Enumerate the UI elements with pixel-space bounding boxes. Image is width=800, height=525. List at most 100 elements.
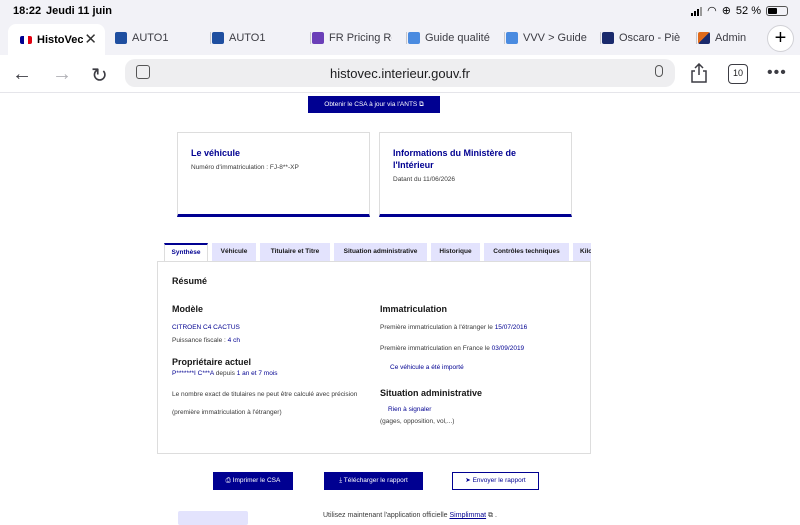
more-options-icon[interactable]: •••: [767, 64, 787, 82]
vehicle-card-title: Le véhicule: [191, 148, 241, 158]
first-foreign-date: 15/07/2016: [494, 324, 528, 331]
browser-tab-label: HistoVec: [37, 33, 84, 46]
report-tabs: Synthèse Véhicule Titulaire et Titre Sit…: [164, 243, 591, 261]
summary-panel: Résumé Modèle CITROEN C4 CACTUS Puissanc…: [157, 261, 591, 454]
browser-tab-label: VVV > Guide: [523, 32, 587, 44]
download-report-button[interactable]: ⤓ Télécharger le rapport: [324, 472, 423, 490]
tab-titulaire[interactable]: Titulaire et Titre: [260, 243, 330, 261]
status-indicators: ◠ ⊕ 52 %: [691, 4, 788, 17]
tab-separator: [310, 32, 311, 44]
immat-heading: Immatriculation: [380, 304, 448, 314]
wifi-icon: ◠: [707, 5, 717, 17]
ministry-card: Informations du Ministère de l'Intérieur…: [379, 132, 572, 217]
new-tab-button[interactable]: +: [767, 25, 794, 52]
obtain-csa-label: Obtenir le CSA à jour via l'ANTS: [324, 101, 418, 108]
browser-tab-6[interactable]: Oscaro - Piè: [600, 24, 688, 52]
print-csa-button[interactable]: ⎙ Imprimer le CSA: [213, 472, 293, 490]
browser-tab-bar: HistoVec ✕ AUTO1 AUTO1 FR Pricing Re Gui…: [0, 22, 800, 55]
first-france-label: Première immatriculation en France le: [380, 345, 490, 352]
tab-count-button[interactable]: 10: [728, 64, 748, 84]
share-icon[interactable]: [690, 63, 708, 83]
print-csa-label: Imprimer le CSA: [232, 477, 281, 484]
document-icon: [408, 32, 420, 44]
download-report-label: Télécharger le rapport: [343, 477, 408, 484]
imported-vehicle-link[interactable]: Ce véhicule a été importé: [390, 364, 464, 371]
reload-icon[interactable]: ↻: [91, 63, 108, 88]
vehicle-card-subtitle: Numéro d'immatriculation : FJ-8**-XP: [191, 164, 299, 171]
browser-tab-label: Guide qualité: [425, 32, 490, 44]
address-bar[interactable]: histovec.interieur.gouv.fr: [125, 59, 675, 87]
first-foreign-label: Première immatriculation à l'étranger le: [380, 324, 493, 331]
battery-percent: 52 %: [735, 4, 761, 17]
browser-tab-5[interactable]: VVV > Guide: [504, 24, 590, 52]
browser-tab-1[interactable]: AUTO1: [115, 24, 210, 52]
external-link-icon: ⧉ .: [488, 512, 497, 519]
browser-tab-label: AUTO1: [132, 32, 169, 44]
browser-tab-label: Oscaro - Piè: [619, 32, 681, 44]
first-registration-france: Première immatriculation en France le 03…: [380, 344, 524, 353]
first-registration-foreign: Première immatriculation à l'étranger le…: [380, 323, 527, 332]
tab-situation[interactable]: Situation administrative: [334, 243, 427, 261]
admin-icon: [698, 32, 710, 44]
tab-separator: [406, 32, 407, 44]
forward-arrow-icon[interactable]: →: [52, 63, 72, 86]
close-tab-icon[interactable]: ✕: [84, 30, 97, 48]
tab-historique[interactable]: Historique: [431, 243, 480, 261]
battery-icon: [766, 5, 788, 16]
browser-tab-label: FR Pricing Re: [329, 32, 392, 44]
browser-tab-3[interactable]: FR Pricing Re: [310, 24, 392, 52]
browser-tab-7[interactable]: Admin: [696, 24, 750, 52]
fiscal-power: Puissance fiscale : 4 ch: [172, 336, 240, 345]
auto1-icon: [212, 32, 224, 44]
simplimmat-link[interactable]: Simplimmat: [450, 512, 487, 519]
model-name: CITROEN C4 CACTUS: [172, 324, 240, 331]
fiscal-label: Puissance fiscale :: [172, 337, 226, 344]
simplimmat-promo: Utilisez maintenant l'application offici…: [323, 512, 497, 520]
first-france-date: 03/09/2019: [491, 345, 525, 352]
fiscal-value: 4 ch: [227, 337, 240, 344]
obtain-csa-button[interactable]: Obtenir le CSA à jour via l'ANTS ⧉: [308, 96, 440, 113]
status-time: 18:22: [13, 5, 42, 17]
tab-separator: [600, 32, 601, 44]
browser-toolbar: ← → ↻ histovec.interieur.gouv.fr 10 •••: [0, 55, 800, 93]
tab-vehicule[interactable]: Véhicule: [212, 243, 256, 261]
browser-tab-4[interactable]: Guide qualité: [406, 24, 496, 52]
browser-tab-2[interactable]: AUTO1: [210, 24, 307, 52]
admin-heading: Situation administrative: [380, 388, 483, 398]
browser-tab-0[interactable]: HistoVec ✕: [8, 24, 105, 55]
owner-heading: Propriétaire actuel: [172, 357, 252, 367]
back-arrow-icon[interactable]: ←: [12, 63, 32, 86]
tab-synthese[interactable]: Synthèse: [164, 243, 208, 261]
orientation-lock-icon: ⊕: [721, 5, 731, 17]
page-content: Obtenir le CSA à jour via l'ANTS ⧉ Le vé…: [0, 94, 800, 525]
owner-line: P*******I C***A depuis 1 an et 7 mois: [172, 369, 278, 378]
send-report-label: Envoyer le rapport: [472, 477, 526, 484]
forms-icon: [312, 32, 324, 44]
send-icon: ➤: [465, 477, 473, 484]
flag-icon: [20, 35, 32, 44]
browser-tab-label: AUTO1: [229, 32, 266, 44]
admin-note: (gages, opposition, vol,...): [380, 418, 455, 425]
oscaro-icon: [602, 32, 614, 44]
ministry-card-subtitle: Datant du 11/06/2026: [393, 176, 456, 183]
external-link-icon: ⧉: [419, 101, 424, 108]
model-heading: Modèle: [172, 304, 204, 314]
status-bar: 18:22 Jeudi 11 juin ◠ ⊕ 52 %: [0, 0, 800, 22]
ministry-card-title: Informations du Ministère de l'Intérieur: [393, 148, 517, 170]
auto1-icon: [115, 32, 127, 44]
tab-separator: [696, 32, 697, 44]
owner-note: Le nombre exact de titulaires ne peut êt…: [172, 391, 358, 398]
summary-heading: Résumé: [172, 276, 208, 286]
status-date: Jeudi 11 juin: [46, 5, 113, 17]
simplimmat-illustration: [178, 511, 248, 525]
tab-kilometrage[interactable]: Kilo: [573, 243, 591, 261]
admin-status[interactable]: Rien à signaler: [388, 406, 431, 413]
simplimmat-text: Utilisez maintenant l'application offici…: [323, 512, 448, 519]
owner-duration: 1 an et 7 mois: [236, 370, 278, 377]
tab-controles[interactable]: Contrôles techniques: [484, 243, 569, 261]
microphone-icon[interactable]: [655, 65, 663, 77]
send-report-button[interactable]: ➤ Envoyer le rapport: [452, 472, 539, 490]
tab-separator: [210, 32, 211, 44]
signal-icon: [691, 6, 703, 16]
vehicle-card: Le véhicule Numéro d'immatriculation : F…: [177, 132, 370, 217]
